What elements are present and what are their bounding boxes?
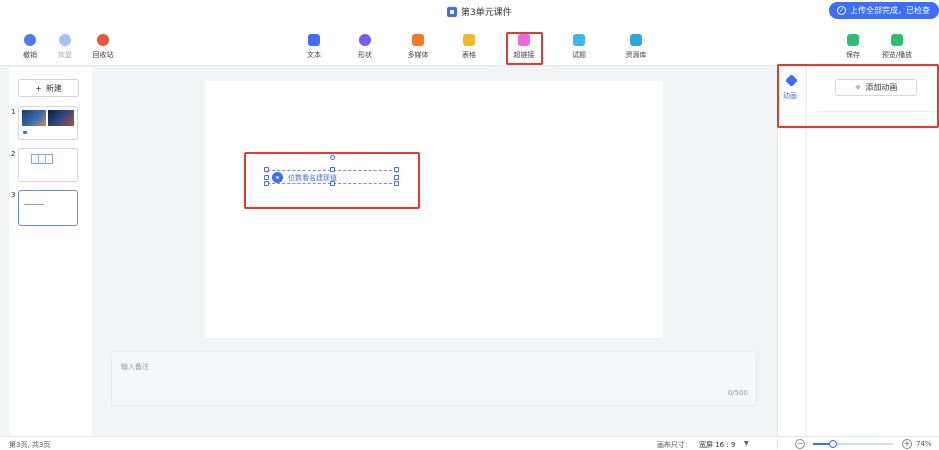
upload-status-text: 上传全部完成，已检查	[850, 6, 930, 15]
text-tool-label: 文本	[307, 51, 321, 59]
canvas-size-select[interactable]: 宽屏 16 : 9	[699, 440, 735, 450]
save-label: 保存	[846, 51, 860, 59]
slide-number-1: 1	[11, 108, 16, 116]
media-icon	[412, 34, 424, 46]
save-icon	[847, 34, 859, 46]
redo-icon	[59, 34, 71, 46]
library-tool-button[interactable]: 资源库	[616, 34, 656, 60]
redo-label: 恢复	[58, 51, 72, 59]
text-object-highlight-box	[244, 152, 420, 209]
new-slide-label: 新建	[45, 83, 62, 93]
slide-number-2: 2	[11, 150, 16, 158]
notes-char-counter: 0/500	[727, 389, 748, 397]
animation-panel-highlight-box	[777, 64, 939, 128]
trash-icon	[97, 34, 109, 46]
slide-1-image-right	[48, 110, 74, 126]
hyperlink-highlight-box	[506, 32, 543, 65]
library-tool-label: 资源库	[625, 51, 647, 59]
save-button[interactable]: 保存	[833, 34, 873, 60]
media-tool-label: 多媒体	[407, 51, 429, 59]
text-icon	[308, 34, 320, 46]
shape-icon	[359, 34, 371, 46]
recycle-bin-button[interactable]: 回收站	[83, 34, 123, 60]
document-title-text: 第3单元课件	[461, 8, 512, 18]
slide-thumbnail-3[interactable]	[18, 190, 78, 226]
recycle-bin-label: 回收站	[92, 51, 114, 59]
play-icon	[891, 34, 903, 46]
status-bar: 第3页, 共3页 画布尺寸: 宽屏 16 : 9 ▼ − + 74%	[0, 436, 939, 450]
slide-thumbnail-panel: + 新建 1 2 3	[9, 67, 92, 436]
table-icon	[463, 34, 475, 46]
plus-icon: +	[35, 83, 42, 93]
slide-3-link-preview	[24, 204, 44, 205]
zoom-level: 74%	[916, 440, 932, 448]
notes-placeholder: 输入备注	[121, 363, 149, 371]
chevron-down-icon[interactable]: ▼	[744, 440, 749, 447]
media-tool-button[interactable]: 多媒体	[398, 34, 438, 60]
undo-icon	[24, 34, 36, 46]
slide-thumbnail-1[interactable]	[18, 106, 78, 140]
table-tool-button[interactable]: 表格	[449, 34, 489, 60]
shape-tool-label: 形状	[358, 51, 372, 59]
slide-1-image-left	[22, 110, 46, 126]
preview-play-label: 预览/播放	[881, 51, 913, 59]
undo-label: 撤销	[23, 51, 37, 59]
quiz-tool-label: 试题	[572, 51, 586, 59]
redo-button[interactable]: 恢复	[45, 34, 85, 60]
page-indicator: 第3页, 共3页	[9, 441, 51, 449]
zoom-slider[interactable]	[813, 440, 893, 448]
slide-canvas[interactable]: ⚭ 位数看名建现值	[205, 81, 663, 338]
canvas-size-label: 画布尺寸:	[657, 441, 688, 449]
slide-number-3: 3	[11, 191, 16, 199]
preview-play-button[interactable]: 预览/播放	[877, 34, 917, 60]
document-title[interactable]: 第3单元课件	[447, 5, 512, 18]
table-tool-label: 表格	[462, 51, 476, 59]
library-icon	[630, 34, 642, 46]
slide-thumbnail-2[interactable]	[18, 148, 78, 182]
speaker-notes-field[interactable]: 输入备注 0/500	[111, 351, 757, 406]
zoom-slider-thumb[interactable]	[828, 440, 837, 448]
zoom-out-button[interactable]: −	[795, 439, 805, 449]
document-icon	[447, 6, 457, 17]
upload-status-badge[interactable]: ✓ 上传全部完成，已检查	[829, 2, 939, 19]
main-toolbar: 撤销 恢复 回收站 文本 形状 多媒体 表格 超链接 试题 资源库 保存 预览/…	[0, 20, 939, 66]
status-divider	[777, 439, 778, 449]
text-tool-button[interactable]: 文本	[294, 34, 334, 60]
quiz-icon	[573, 34, 585, 46]
editing-canvas-area: ⚭ 位数看名建现值 输入备注 0/500	[92, 67, 777, 436]
undo-button[interactable]: 撤销	[10, 34, 50, 60]
quiz-tool-button[interactable]: 试题	[559, 34, 599, 60]
check-circle-icon: ✓	[837, 6, 846, 15]
shape-tool-button[interactable]: 形状	[345, 34, 385, 60]
zoom-in-button[interactable]: +	[902, 439, 912, 449]
new-slide-button[interactable]: + 新建	[18, 79, 79, 97]
slide-1-dot	[23, 131, 27, 134]
slide-2-table-preview	[31, 154, 53, 164]
